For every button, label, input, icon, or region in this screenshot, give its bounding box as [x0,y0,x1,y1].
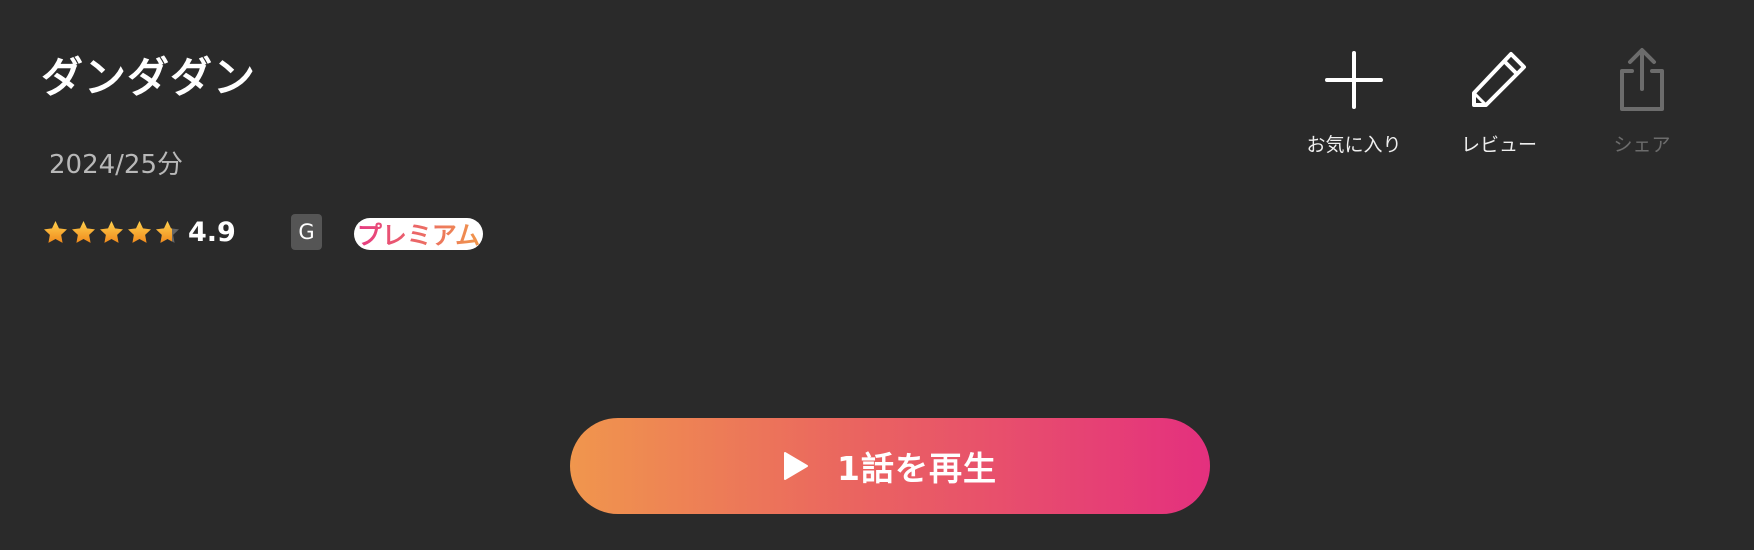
review-label: レビュー [1460,134,1537,156]
share-button[interactable]: シェア [1577,46,1707,157]
share-label: シェア [1613,134,1671,156]
page-title: ダンダダン [41,53,257,102]
premium-badge: プレミアム [354,218,483,250]
star-icon [72,220,95,243]
pencil-icon [1465,46,1533,114]
play-icon [784,452,809,480]
rating: 4.9 [42,212,236,252]
favorite-button[interactable]: お気に入り [1289,46,1419,157]
star-icon [44,220,67,243]
star-icon [128,220,151,243]
premium-badge-label: プレミアム [357,216,480,252]
review-button[interactable]: レビュー [1434,46,1564,157]
plus-icon [1320,46,1388,114]
title-detail-panel: ダンダダン 2024/25分 4.9 G プレミアム お気に入り レビュー シェ… [0,0,1754,550]
year-duration: 2024/25分 [49,150,184,180]
age-rating-badge: G [291,214,322,250]
play-episode-button[interactable]: 1話を再生 [570,418,1210,514]
rating-value: 4.9 [188,216,236,248]
play-episode-label: 1話を再生 [837,449,997,488]
share-icon [1608,46,1676,114]
favorite-label: お気に入り [1306,134,1402,156]
star-icon [156,220,179,243]
star-icon [100,220,123,243]
star-rating [42,219,182,246]
